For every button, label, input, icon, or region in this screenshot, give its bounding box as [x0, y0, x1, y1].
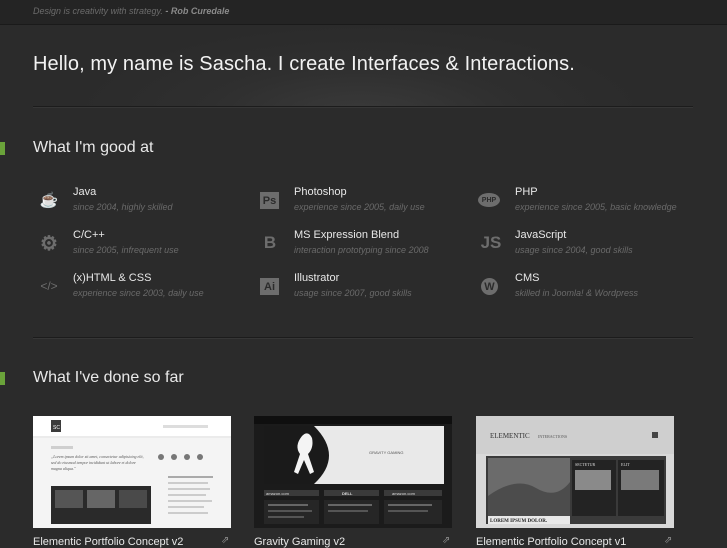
skill-item: B MS Expression Blend interaction prototyp…: [257, 229, 467, 263]
skill-description: experience since 2003, daily use: [73, 288, 204, 298]
external-link-icon[interactable]: ⇗: [442, 535, 452, 546]
work-section-title: What I've done so far: [33, 369, 184, 386]
svg-text:amazon.com: amazon.com: [266, 491, 290, 496]
thumb2-banner: GRAVITY GAMING: [369, 450, 404, 455]
skill-item: </> (x)HTML & CSS experience since 2003, d…: [36, 272, 246, 306]
javascript-icon: JS: [480, 233, 502, 252]
illustrator-icon: Ai: [260, 278, 279, 295]
thumbnail-preview-2: GRAVITY GAMING amazon.com DELL amazon.co…: [254, 416, 452, 528]
top-bar: Design is creativity with strategy. - Ro…: [0, 0, 727, 25]
skills-section-title: What I'm good at: [33, 139, 154, 156]
svg-text:DELL: DELL: [342, 491, 353, 496]
php-icon: PHP: [478, 193, 500, 207]
svg-text:INTERACTIONS: INTERACTIONS: [538, 434, 567, 439]
skill-name: Java: [73, 186, 97, 198]
svg-text:ELIT: ELIT: [621, 462, 630, 467]
skill-name: Photoshop: [294, 186, 347, 198]
skill-item: ☕ Java since 2004, highly skilled: [36, 186, 246, 220]
skill-item: JS JavaScript usage since 2004, good skill…: [478, 229, 688, 263]
skill-description: experience since 2005, daily use: [294, 202, 425, 212]
svg-text:sed do eiusmod tempor incididu: sed do eiusmod tempor incididunt ut labo…: [51, 460, 136, 465]
thumb1-logo: SC: [53, 425, 60, 431]
svg-text:magna aliqua.": magna aliqua.": [51, 466, 76, 471]
page-title: Hello, my name is Sascha. I create Inter…: [33, 53, 575, 75]
divider: [33, 106, 693, 108]
skill-description: since 2004, highly skilled: [73, 202, 173, 212]
gear-icon: ⚙: [40, 232, 58, 255]
skill-item: W CMS skilled in Joomla! & Wordpress: [478, 272, 688, 306]
skill-description: skilled in Joomla! & Wordpress: [515, 288, 639, 298]
skill-description: interaction prototyping since 2008: [294, 245, 429, 255]
thumbnail-preview-3: ELEMENTIC INTERACTIONS SECTETUR ELIT LOR…: [476, 416, 674, 528]
thumb3-footer: LOREM IPSUM DOLOR.: [490, 519, 548, 524]
photoshop-icon: Ps: [260, 192, 279, 209]
skill-item: Ps Photoshop experience since 2005, daily …: [257, 186, 467, 220]
portfolio-caption[interactable]: Elementic Portfolio Concept v1: [476, 536, 626, 548]
java-icon: ☕: [39, 192, 59, 209]
section-marker: [0, 142, 5, 155]
svg-text:amazon.com: amazon.com: [392, 491, 416, 496]
wordpress-icon: W: [481, 278, 498, 295]
portfolio-caption[interactable]: Gravity Gaming v2: [254, 536, 345, 548]
skill-description: usage since 2007, good skills: [294, 288, 412, 298]
skill-name: MS Expression Blend: [294, 229, 400, 241]
section-marker: [0, 372, 5, 385]
skill-item: PHP PHP experience since 2005, basic knowl…: [478, 186, 688, 220]
skill-name: Illustrator: [294, 272, 340, 284]
skill-name: PHP: [515, 186, 538, 198]
quote-author: - Rob Curedale: [165, 6, 230, 16]
thumbnail-preview-1: SC „Lorem ipsum dolor sit amet, consecte…: [33, 416, 231, 528]
portfolio-thumbnail[interactable]: GRAVITY GAMING amazon.com DELL amazon.co…: [254, 416, 452, 528]
skill-item: ⚙ C/C++ since 2005, infrequent use: [36, 229, 246, 263]
skill-description: experience since 2005, basic knowledge: [515, 202, 677, 212]
skill-name: CMS: [515, 272, 540, 284]
code-icon: </>: [40, 279, 58, 293]
svg-text:SECTETUR: SECTETUR: [575, 462, 596, 467]
external-link-icon[interactable]: ⇗: [664, 535, 674, 546]
header-quote: Design is creativity with strategy. - Ro…: [33, 6, 229, 16]
divider: [33, 337, 693, 339]
skill-description: since 2005, infrequent use: [73, 245, 179, 255]
skill-name: C/C++: [73, 229, 105, 241]
portfolio-caption[interactable]: Elementic Portfolio Concept v2: [33, 536, 183, 548]
skill-description: usage since 2004, good skills: [515, 245, 633, 255]
portfolio-thumbnail[interactable]: SC „Lorem ipsum dolor sit amet, consecte…: [33, 416, 231, 528]
skill-name: JavaScript: [515, 229, 567, 241]
thumb3-brand: ELEMENTIC: [490, 432, 530, 440]
blend-icon: B: [263, 233, 277, 252]
skill-item: Ai Illustrator usage since 2007, good skil…: [257, 272, 467, 306]
portfolio-thumbnail[interactable]: ELEMENTIC INTERACTIONS SECTETUR ELIT LOR…: [476, 416, 674, 528]
skill-name: (x)HTML & CSS: [73, 272, 152, 284]
quote-text: Design is creativity with strategy.: [33, 6, 163, 16]
external-link-icon[interactable]: ⇗: [221, 535, 231, 546]
